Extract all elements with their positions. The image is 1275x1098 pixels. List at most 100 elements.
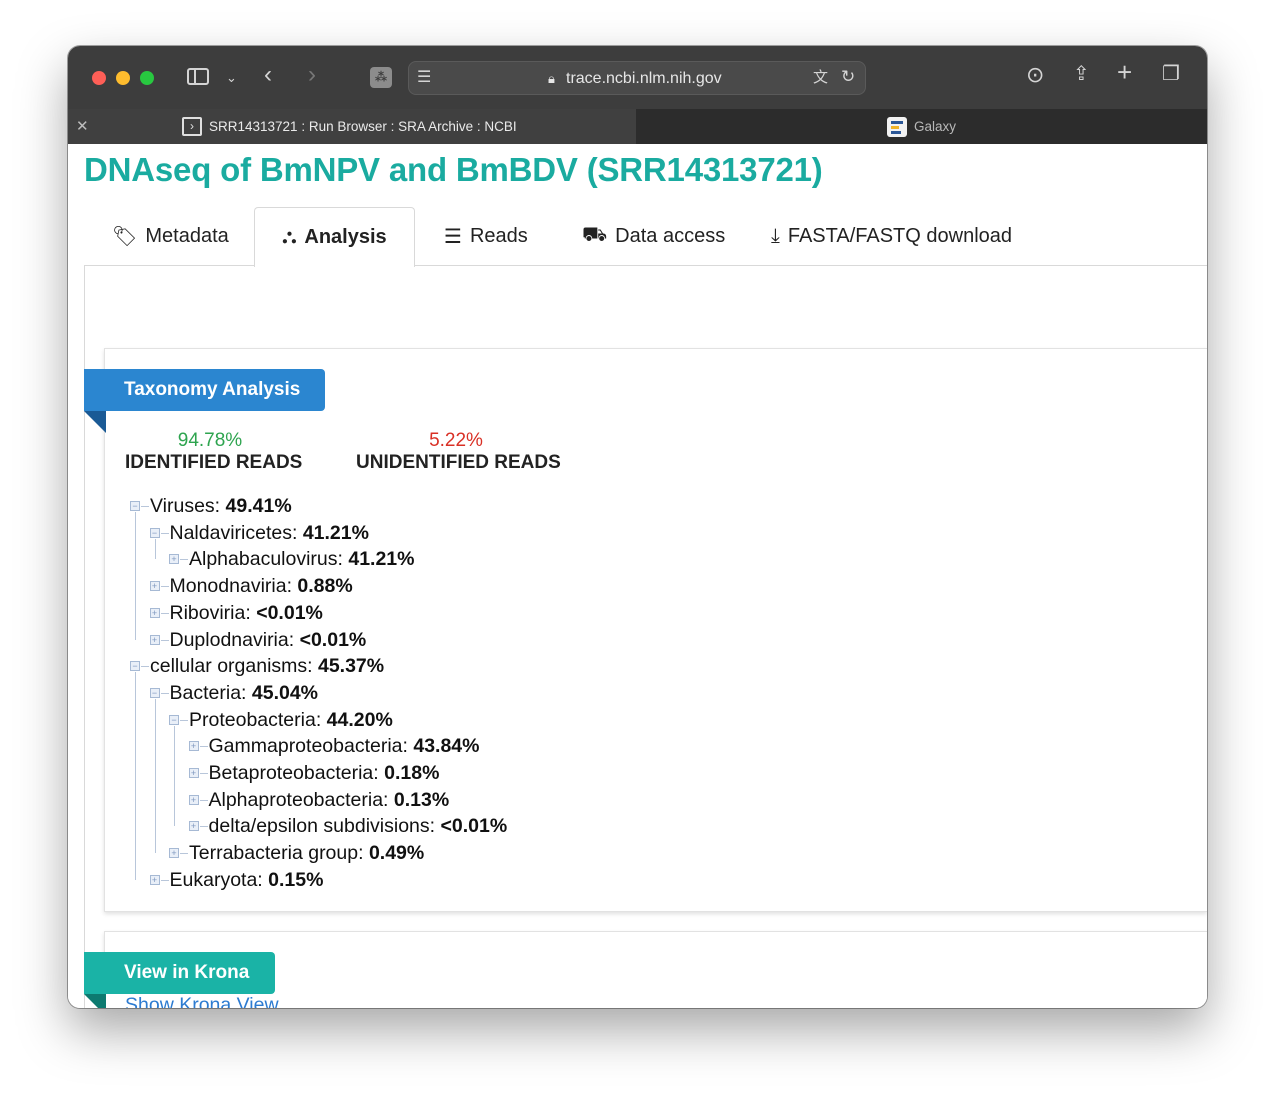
expand-toggle-icon[interactable]: +	[149, 581, 160, 592]
collapse-toggle-icon[interactable]: −	[149, 527, 160, 538]
plus-icon[interactable]: +	[1117, 59, 1132, 85]
taxonomy-heading: Taxonomy Analysis	[84, 369, 325, 411]
tree-connector	[160, 612, 169, 614]
tree-guide-line	[154, 538, 156, 560]
browser-window: ⌄ ‹ › ⁂ ☰ 🔒︎ trace.ncbi.nlm.nih.gov 文 ↻ …	[68, 46, 1207, 1008]
expand-toggle-icon[interactable]: +	[149, 874, 160, 885]
tab-title: SRR14313721 : Run Browser : SRA Archive …	[209, 119, 517, 134]
tab-galaxy[interactable]: Galaxy	[637, 109, 1207, 144]
tab-sra-run-browser[interactable]: ✕ › SRR14313721 : Run Browser : SRA Arch…	[68, 109, 636, 144]
tree-node[interactable]: Bacteria: 45.04%	[170, 681, 319, 705]
tree-node[interactable]: delta/epsilon subdivisions: <0.01%	[209, 814, 508, 838]
minimize-window-button[interactable]	[116, 71, 130, 85]
collapse-toggle-icon[interactable]: −	[169, 714, 179, 725]
reload-icon[interactable]: ↻	[841, 67, 855, 87]
expand-toggle-icon[interactable]: +	[169, 554, 179, 565]
tree-node-name: Betaproteobacteria:	[208, 762, 385, 784]
tree-guide-line	[154, 698, 156, 854]
tree-node[interactable]: Duplodnaviria: <0.01%	[170, 628, 367, 652]
expand-toggle-icon[interactable]: +	[149, 634, 160, 645]
close-icon[interactable]: ✕	[76, 117, 89, 135]
tree-node[interactable]: Monodnaviria: 0.88%	[170, 574, 353, 598]
tree-node[interactable]: Riboviria: <0.01%	[170, 601, 323, 625]
tab-label: Analysis	[304, 226, 387, 248]
chevron-right-icon[interactable]: ›	[308, 63, 316, 87]
tree-connector	[180, 559, 188, 561]
extension-icon[interactable]: ⁂	[370, 67, 392, 88]
tab-label: Reads	[469, 225, 528, 247]
tree-connector	[141, 506, 149, 507]
tree-node[interactable]: Naldaviricetes: 41.21%	[170, 521, 369, 545]
reader-icon[interactable]: ☰	[417, 68, 431, 88]
tree-node-value: 44.20%	[326, 708, 393, 731]
tree-node-name: Proteobacteria:	[189, 708, 327, 731]
tree-node-name: Bacteria:	[169, 681, 252, 704]
tree-node-value: 41.21%	[302, 521, 369, 544]
chevron-down-icon[interactable]: ⌄	[226, 68, 237, 88]
zoom-window-button[interactable]	[140, 71, 154, 85]
translate-icon[interactable]: 文	[813, 68, 828, 88]
tab-analysis[interactable]: ⛬ Analysis	[254, 207, 415, 267]
collapse-toggle-icon[interactable]: −	[149, 687, 160, 698]
tree-node[interactable]: Betaproteobacteria: 0.18%	[209, 761, 440, 785]
tabs-icon[interactable]: ❐	[1162, 64, 1180, 84]
tree-node[interactable]: cellular organisms: 45.37%	[150, 654, 384, 678]
unidentified-percent: 5.22%	[429, 430, 483, 451]
tree-connector	[141, 666, 149, 668]
tree-connector	[199, 746, 208, 748]
tab-metadata[interactable]: 🏷︎ Metadata	[112, 207, 229, 266]
expand-toggle-icon[interactable]: +	[188, 821, 199, 832]
tree-node[interactable]: Proteobacteria: 44.20%	[189, 708, 393, 732]
unidentified-label: UNIDENTIFIED READS	[356, 452, 561, 473]
tree-node[interactable]: Viruses: 49.41%	[150, 494, 292, 518]
tree-node[interactable]: Eukaryota: 0.15%	[170, 868, 324, 892]
expand-toggle-icon[interactable]: +	[149, 607, 160, 618]
tree-node[interactable]: Terrabacteria group: 0.49%	[189, 841, 424, 865]
tree-connector	[180, 853, 188, 855]
collapse-toggle-icon[interactable]: −	[130, 501, 140, 511]
expand-toggle-icon[interactable]: +	[188, 741, 199, 752]
tab-reads[interactable]: ☰ Reads	[444, 207, 528, 266]
tree-node-name: Naldaviricetes:	[169, 521, 303, 544]
tree-node-name: Alphabaculovirus:	[189, 548, 349, 571]
galaxy-favicon-icon	[887, 117, 907, 137]
address-bar[interactable]: ☰ 🔒︎ trace.ncbi.nlm.nih.gov 文 ↻	[408, 61, 866, 95]
tree-connector	[180, 719, 188, 721]
tree-node-value: 45.37%	[317, 655, 385, 678]
sitemap-icon: ⛬	[282, 226, 297, 248]
download-icon[interactable]: ⊙	[1026, 64, 1044, 86]
tree-node-value: 41.21%	[348, 548, 415, 571]
tree-node-name: Duplodnaviria:	[169, 628, 300, 651]
expand-toggle-icon[interactable]: +	[169, 848, 179, 859]
tree-connector	[199, 799, 208, 801]
expand-toggle-icon[interactable]: +	[188, 768, 199, 778]
tree-connector	[199, 826, 208, 828]
tree-connector	[199, 773, 208, 774]
page-title: DNAseq of BmNPV and BmBDV (SRR14313721)	[84, 151, 823, 188]
expand-toggle-icon[interactable]: +	[188, 794, 199, 805]
tree-node-value: 0.18%	[384, 762, 440, 784]
browser-toolbar: ⌄ ‹ › ⁂ ☰ 🔒︎ trace.ncbi.nlm.nih.gov 文 ↻ …	[68, 46, 1207, 109]
tree-node[interactable]: Gammaproteobacteria: 43.84%	[209, 734, 480, 758]
tab-title: Galaxy	[914, 119, 957, 134]
sidebar-icon[interactable]	[187, 68, 209, 85]
tree-node-name: delta/epsilon subdivisions:	[208, 815, 441, 838]
collapse-toggle-icon[interactable]: −	[130, 661, 140, 672]
identified-label: IDENTIFIED READS	[125, 452, 303, 473]
tree-node-value: <0.01%	[256, 601, 323, 624]
tree-node[interactable]: Alphaproteobacteria: 0.13%	[209, 788, 450, 812]
tree-connector	[160, 586, 169, 588]
tree-node[interactable]: Alphabaculovirus: 41.21%	[189, 547, 414, 571]
list-icon: ☰	[444, 226, 462, 248]
tab-fasta-download[interactable]: ⤓ FASTA/FASTQ download	[771, 207, 1012, 266]
share-icon[interactable]: ⇪	[1073, 64, 1090, 84]
chevron-left-icon[interactable]: ‹	[264, 63, 272, 87]
tree-node-value: 0.88%	[297, 575, 353, 598]
tab-data-access[interactable]: ⛟ Data access	[582, 207, 725, 266]
tree-guide-line	[135, 512, 136, 640]
download-icon: ⤓	[771, 225, 780, 247]
tree-guide-line	[135, 672, 136, 880]
close-window-button[interactable]	[92, 71, 106, 85]
show-krona-link[interactable]: Show Krona View	[125, 994, 279, 1008]
tree-node-value: 0.15%	[268, 868, 324, 891]
